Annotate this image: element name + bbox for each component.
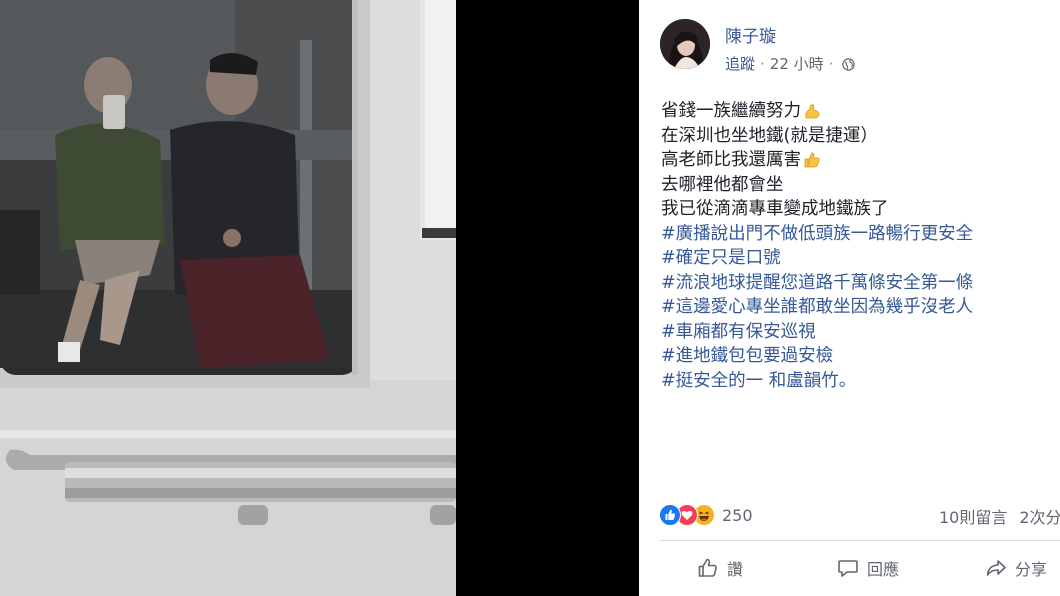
like-button-label: 讚	[727, 560, 744, 579]
meta-separator-2: ·	[828, 54, 834, 73]
hashtag-line[interactable]: #確定只是口號	[661, 246, 1056, 271]
follow-link[interactable]: 追蹤	[725, 53, 755, 74]
post-line: 我已從滴滴專車變成地鐵族了	[661, 197, 1056, 222]
actions-divider	[659, 540, 1060, 541]
comment-count[interactable]: 10則留言	[939, 508, 1007, 527]
share-button[interactable]: 分享	[985, 553, 1047, 583]
hashtag-link[interactable]: #流浪地球提醒您道路千萬條安全第一條	[661, 271, 973, 296]
hashtag-line[interactable]: #這邊愛心專坐誰都敢坐因為幾乎沒老人	[661, 295, 1056, 320]
tagged-person-link[interactable]: 和盧韻竹。	[763, 369, 857, 394]
share-count[interactable]: 2次分	[1019, 508, 1060, 527]
reaction-count[interactable]: 250	[722, 506, 753, 525]
hashtag-link[interactable]: #進地鐵包包要過安檢	[661, 344, 833, 369]
hashtag-link[interactable]: #車廂都有保安巡視	[661, 320, 816, 345]
like-icon	[659, 504, 681, 526]
post-body: 省錢一族繼續努力 在深圳也坐地鐵(就是捷運） 高老師比我還厲害 去哪裡他都會坐	[661, 99, 1056, 393]
avatar[interactable]	[660, 19, 710, 69]
hashtag-link[interactable]: #挺安全的一	[661, 369, 763, 394]
flexed-biceps-icon	[803, 102, 821, 120]
hashtag-link[interactable]: #這邊愛心專坐誰都敢坐因為幾乎沒老人	[661, 295, 973, 320]
photo-letterbox	[456, 0, 639, 596]
post-line: 高老師比我還厲害	[661, 148, 1056, 173]
post-line-text: 我已從滴滴專車變成地鐵族了	[661, 199, 889, 219]
thumbs-up-icon	[698, 558, 717, 577]
globe-icon[interactable]	[842, 57, 856, 71]
post-line-text: 高老師比我還厲害	[661, 150, 801, 170]
subway-photo	[0, 0, 456, 596]
engagement-counts: 10則留言 2次分	[939, 504, 1060, 528]
post-line-text: 在深圳也坐地鐵(就是捷運）	[661, 125, 878, 146]
hashtag-line[interactable]: #車廂都有保安巡視	[661, 320, 1056, 345]
post-line-text: 去哪裡他都會坐	[661, 174, 784, 195]
comment-button[interactable]: 回應	[837, 553, 899, 583]
meta-separator: ·	[760, 54, 765, 73]
hashtag-line: #挺安全的一 和盧韻竹。	[661, 369, 1056, 394]
post-timestamp[interactable]: 22 小時	[770, 53, 824, 74]
hashtag-link[interactable]: #確定只是口號	[661, 246, 781, 271]
hashtag-line[interactable]: #進地鐵包包要過安檢	[661, 344, 1056, 369]
share-arrow-icon	[986, 560, 1006, 576]
hashtag-line[interactable]: #流浪地球提醒您道路千萬條安全第一條	[661, 271, 1056, 296]
like-button[interactable]: 讚	[697, 553, 743, 583]
comment-bubble-icon	[838, 560, 858, 577]
post-line-text: 省錢一族繼續努力	[661, 101, 801, 121]
post-line: 省錢一族繼續努力	[661, 99, 1056, 124]
hashtag-link[interactable]: #廣播說出門不做低頭族一路暢行更安全	[661, 222, 973, 247]
author-name[interactable]: 陳子璇	[725, 22, 776, 47]
facebook-post: 陳子璇 追蹤 · 22 小時 · 省錢一族繼續努力 在深圳也坐地鐵(就是捷運）	[639, 0, 1060, 596]
thumbs-up-emoji-icon	[803, 151, 821, 169]
share-button-label: 分享	[1015, 560, 1048, 579]
reaction-summary[interactable]: 250	[659, 503, 753, 527]
comment-button-label: 回應	[867, 560, 900, 579]
post-line: 在深圳也坐地鐵(就是捷運）	[661, 124, 1056, 149]
post-meta: 追蹤 · 22 小時 ·	[725, 53, 856, 74]
post-line: 去哪裡他都會坐	[661, 173, 1056, 198]
hashtag-line[interactable]: #廣播說出門不做低頭族一路暢行更安全	[661, 222, 1056, 247]
